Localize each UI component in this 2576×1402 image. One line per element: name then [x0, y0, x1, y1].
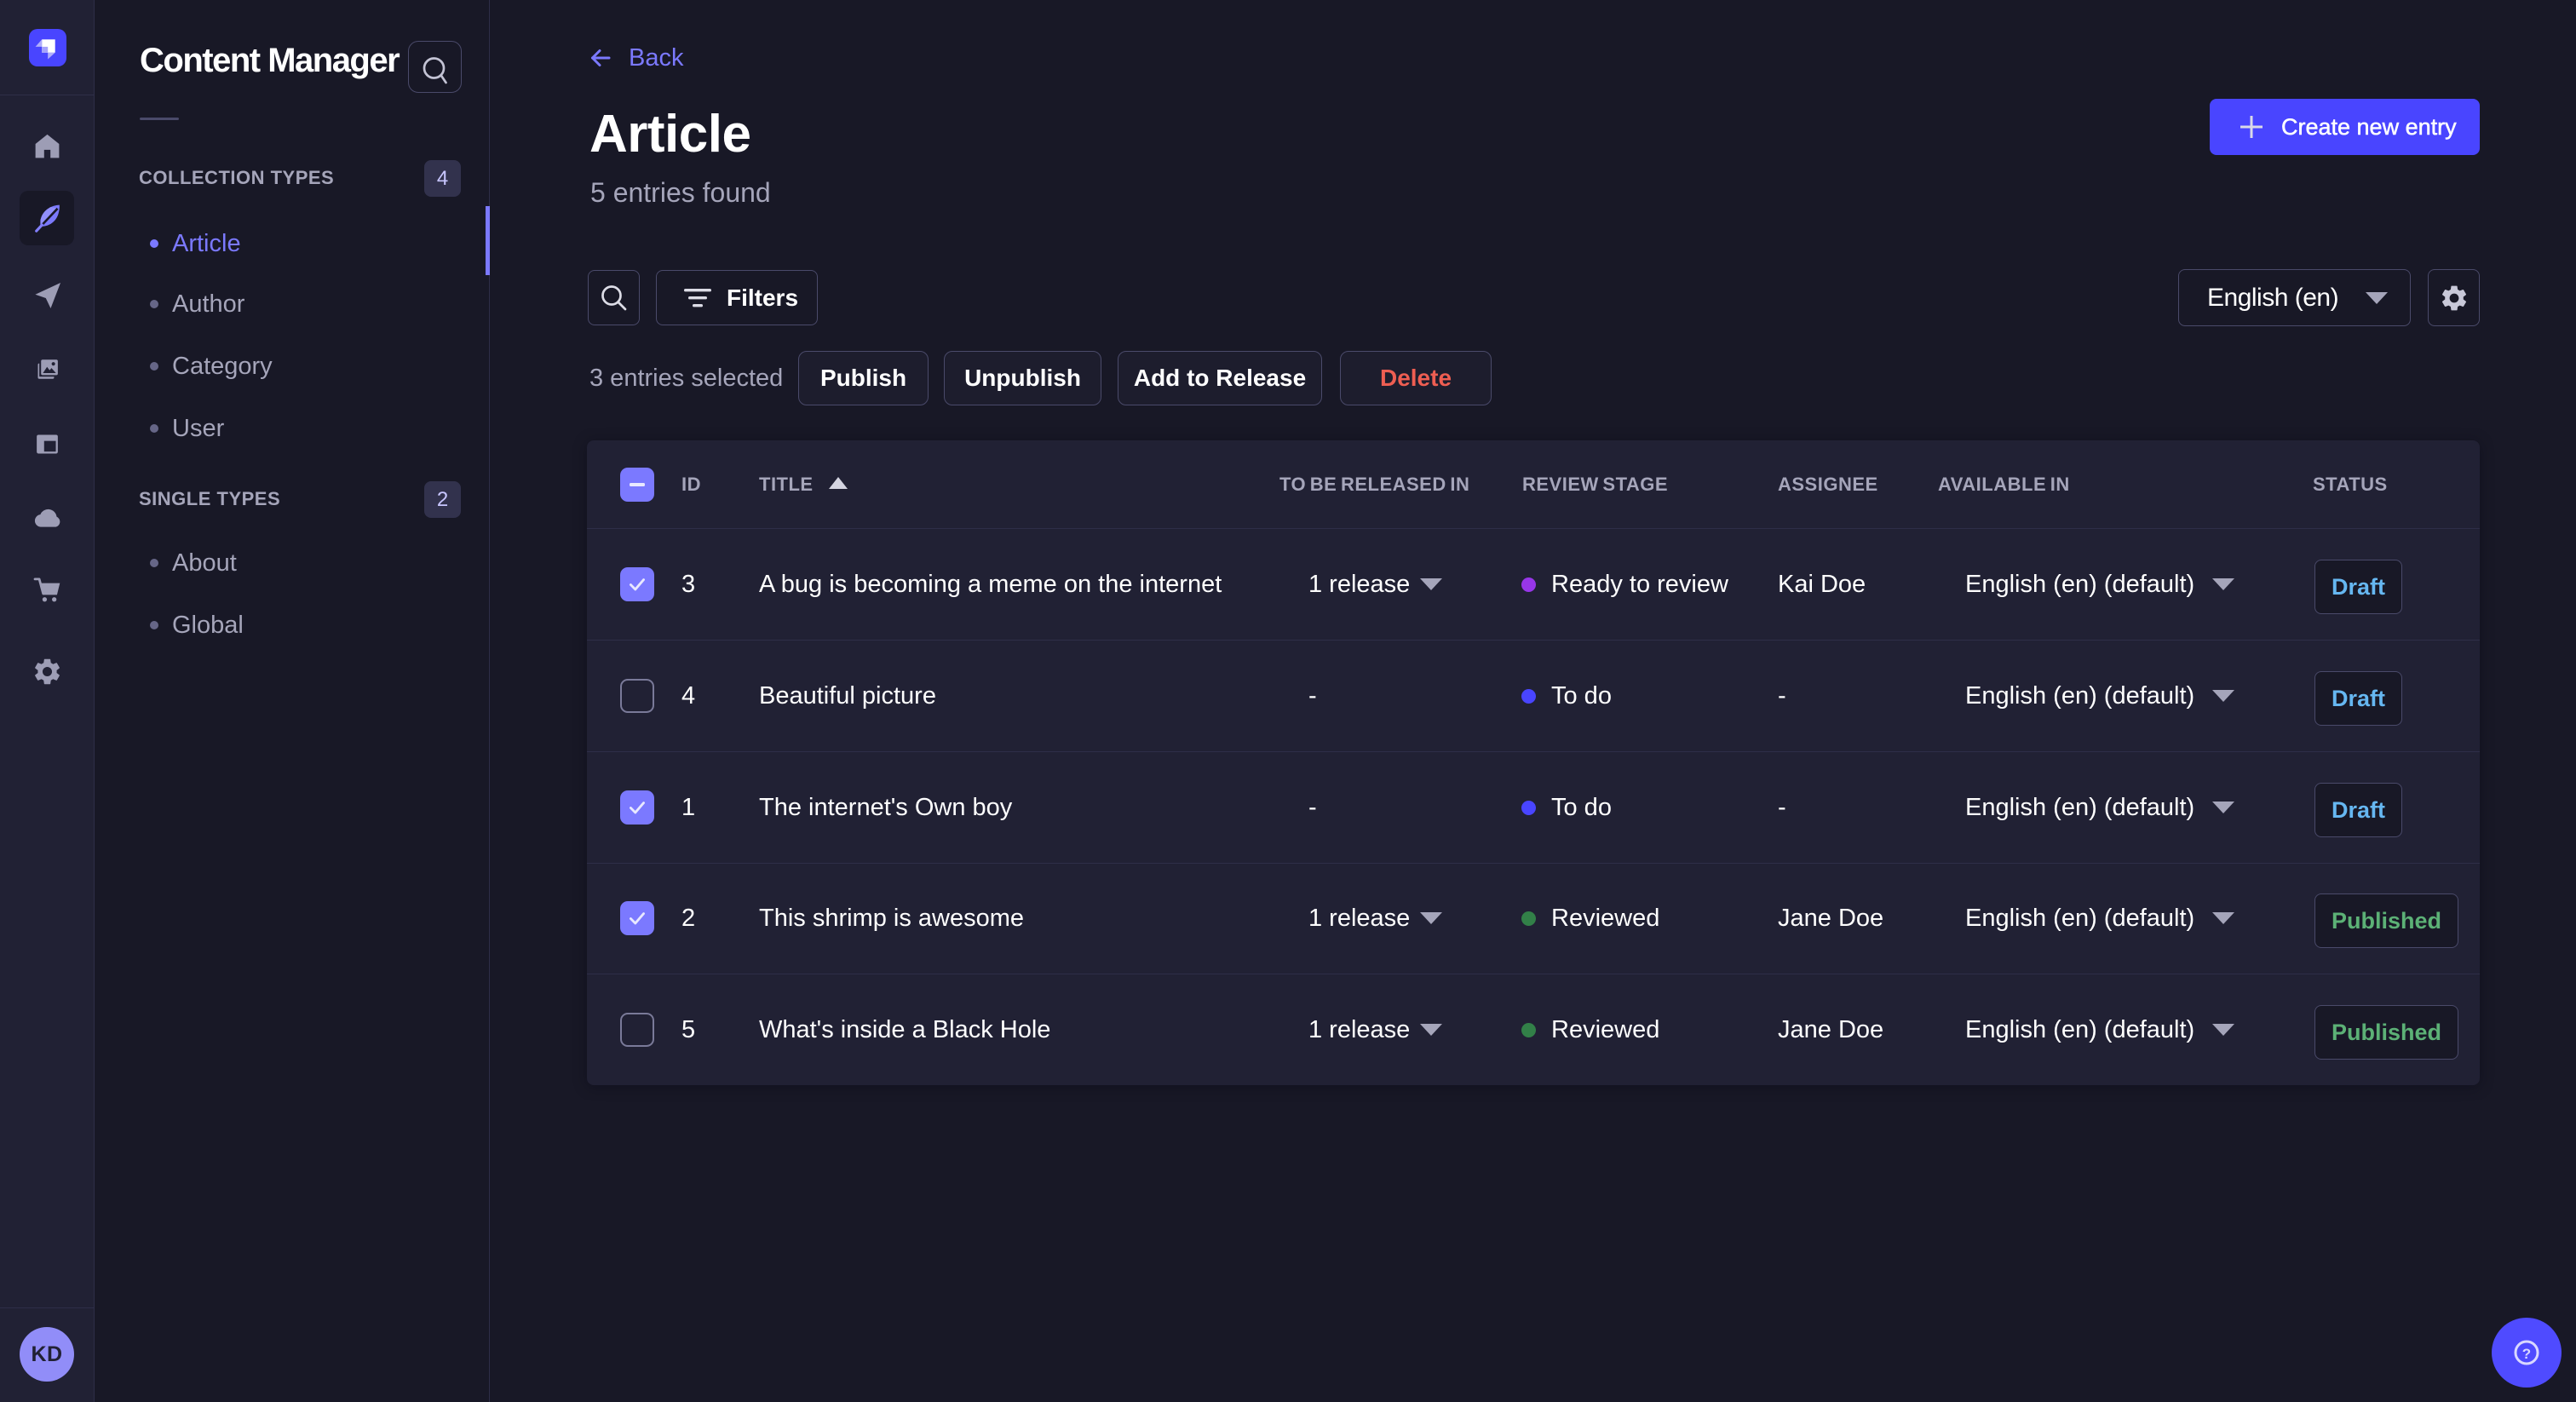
- svg-text:?: ?: [2522, 1346, 2531, 1362]
